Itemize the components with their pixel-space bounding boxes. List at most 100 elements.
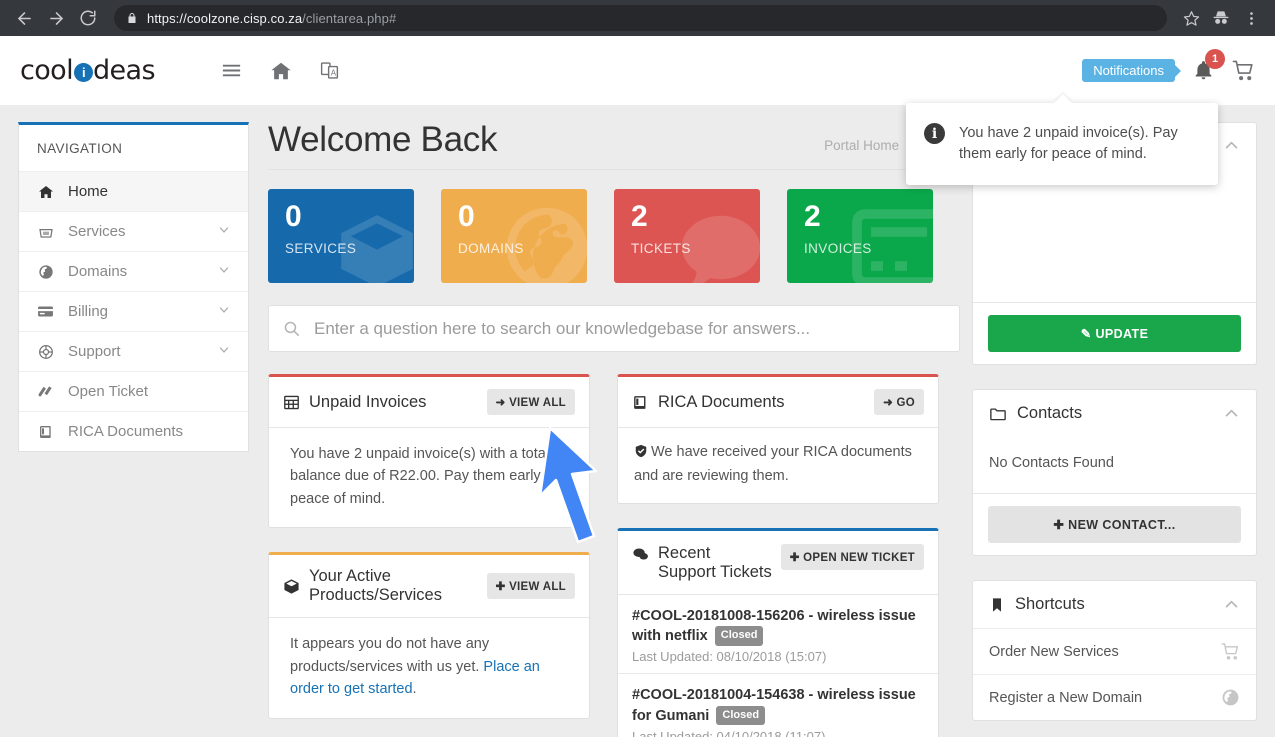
sidebar-item-billing[interactable]: Billing [19, 291, 248, 331]
shortcut-item-register-new-domain[interactable]: Register a New Domain [973, 674, 1256, 720]
sidebar-item-home[interactable]: Home [19, 171, 248, 211]
logo-text-post: deas [92, 55, 156, 86]
chevron-up-icon[interactable] [1223, 596, 1240, 613]
new-contact-button[interactable]: ✚ NEW CONTACT... [988, 506, 1241, 543]
bookmark-icon [989, 597, 1005, 613]
shortcut-label: Order New Services [989, 643, 1119, 660]
stat-card-services[interactable]: 0 SERVICES [268, 189, 414, 283]
page-header: Welcome Back Portal Home / Client [268, 122, 960, 169]
plus-icon: ✚ [495, 581, 506, 594]
stat-card-tickets[interactable]: 2 TICKETS [614, 189, 760, 283]
rica-documents-text: We have received your RICA documents and… [634, 444, 912, 485]
logo-i-badge: i [73, 63, 93, 82]
star-icon[interactable] [1177, 4, 1205, 32]
shopping-cart-icon [1221, 642, 1240, 661]
sidebar-item-label: Domains [68, 263, 128, 280]
sidebar-item-support[interactable]: Support [19, 331, 248, 371]
sidebar-item-services[interactable]: Services [19, 211, 248, 251]
address-bar[interactable]: https://coolzone.cisp.co.za/clientarea.p… [114, 5, 1167, 31]
status-badge: Closed [714, 626, 764, 646]
knowledgebase-search[interactable] [268, 305, 960, 352]
notification-count-badge: 1 [1205, 49, 1225, 69]
search-input[interactable] [314, 318, 945, 339]
lock-icon [126, 12, 138, 24]
open-new-ticket-button[interactable]: ✚ OPEN NEW TICKET [780, 543, 924, 570]
url-path: /clientarea.php# [302, 10, 397, 26]
sidebar-item-rica-documents[interactable]: RICA Documents [19, 411, 248, 451]
stat-cards: 0 SERVICES 0 DOMAINS 2 TICKETS 2 INVOICE… [268, 189, 960, 283]
notifications-bell-button[interactable]: 1 [1189, 49, 1225, 81]
stat-number: 2 [631, 200, 648, 233]
url-host: https://coolzone.cisp.co.za [147, 10, 303, 26]
button-label: GO [896, 397, 915, 409]
forward-arrow-icon[interactable] [42, 4, 70, 32]
chevron-up-icon[interactable] [1223, 405, 1240, 422]
info-icon: i [924, 123, 945, 144]
active-products-panel: Your Active Products/Services ✚ VIEW ALL… [268, 552, 590, 719]
main-content: Welcome Back Portal Home / Client 0 SERV… [250, 105, 972, 737]
sidebar-item-open-ticket[interactable]: Open Ticket [19, 371, 248, 411]
shortcut-label: Register a New Domain [989, 689, 1143, 706]
rica-documents-go-button[interactable]: ➜ GO [874, 389, 924, 415]
contacts-empty-text: No Contacts Found [989, 455, 1114, 471]
shopping-cart-icon[interactable] [1232, 59, 1255, 82]
panel-title: Unpaid Invoices [309, 392, 427, 411]
language-translate-icon[interactable]: A [319, 60, 340, 81]
panel-footer: ✚ NEW CONTACT... [973, 493, 1256, 555]
book-icon [632, 394, 649, 411]
shortcuts-panel: Shortcuts Order New Services Register a … [972, 580, 1257, 721]
sidebar-item-label: Open Ticket [68, 383, 149, 400]
sidebar-column: NAVIGATION Home Services Domains Billing [0, 105, 250, 737]
browser-toolbar: https://coolzone.cisp.co.za/clientarea.p… [0, 0, 1275, 36]
ticket-list-item[interactable]: #COOL-20181008-156206 - wireless issue w… [618, 595, 938, 675]
notification-popover: i You have 2 unpaid invoice(s). Pay them… [906, 103, 1218, 186]
page-title: Welcome Back [268, 120, 498, 159]
plus-icon: ✚ [1053, 518, 1065, 532]
button-label: VIEW ALL [509, 397, 566, 409]
three-dot-menu-icon[interactable] [1237, 4, 1265, 32]
stat-number: 2 [804, 200, 821, 233]
logo-text-pre: cool [20, 55, 74, 86]
button-label: VIEW ALL [509, 581, 566, 594]
panel-title: Your Active Products/Services [309, 567, 442, 605]
hamburger-menu-icon[interactable] [220, 59, 243, 82]
stat-label: TICKETS [631, 241, 691, 256]
navigation-panel: NAVIGATION Home Services Domains Billing [18, 122, 249, 452]
breadcrumb-home[interactable]: Portal Home [824, 138, 899, 153]
ticket-updated: Last Updated: 04/10/2018 (11:07) [632, 729, 826, 737]
support-tickets-panel: Recent Support Tickets ✚ OPEN NEW TICKET… [617, 527, 939, 737]
svg-text:A: A [331, 68, 337, 77]
rica-documents-body: We have received your RICA documents and… [618, 428, 938, 503]
browser-actions [1177, 4, 1265, 32]
shortcut-item-order-new-services[interactable]: Order New Services [973, 628, 1256, 674]
button-label: NEW CONTACT... [1068, 518, 1176, 532]
coolideas-logo[interactable]: cool i deas [20, 55, 156, 86]
right-sidebar: ✎ UPDATE Contacts No Contacts Found ✚ NE… [972, 105, 1275, 737]
panel-header: Unpaid Invoices ➜ VIEW ALL [269, 377, 589, 428]
plus-icon: ✚ [789, 551, 800, 564]
sidebar-item-domains[interactable]: Domains [19, 251, 248, 291]
active-products-view-all-button[interactable]: ✚ VIEW ALL [486, 573, 575, 600]
back-arrow-icon[interactable] [10, 4, 38, 32]
account-details-body [973, 168, 1256, 302]
notifications-label[interactable]: Notifications [1082, 59, 1175, 82]
active-products-body: It appears you do not have any products/… [269, 618, 589, 717]
chevron-down-icon [218, 304, 230, 319]
pencil-icon: ✎ [1080, 327, 1092, 341]
page-body: NAVIGATION Home Services Domains Billing [0, 105, 1275, 737]
chevron-down-icon [218, 224, 230, 239]
reload-icon[interactable] [74, 4, 102, 32]
table-grid-icon [283, 394, 300, 411]
panel-title: RICA Documents [658, 392, 785, 411]
unpaid-invoices-view-all-button[interactable]: ➜ VIEW ALL [486, 389, 575, 415]
sidebar-item-label: RICA Documents [68, 423, 184, 440]
sidebar-item-label: Billing [68, 303, 109, 320]
update-button[interactable]: ✎ UPDATE [988, 315, 1241, 352]
status-badge: Closed [716, 705, 766, 726]
home-icon[interactable] [270, 60, 292, 82]
stat-card-domains[interactable]: 0 DOMAINS [441, 189, 587, 283]
ticket-list-item[interactable]: #COOL-20181004-154638 - wireless issue f… [618, 674, 938, 737]
incognito-icon[interactable] [1207, 4, 1235, 32]
chevron-up-icon[interactable] [1223, 137, 1240, 154]
stat-card-invoices[interactable]: 2 INVOICES [787, 189, 933, 283]
